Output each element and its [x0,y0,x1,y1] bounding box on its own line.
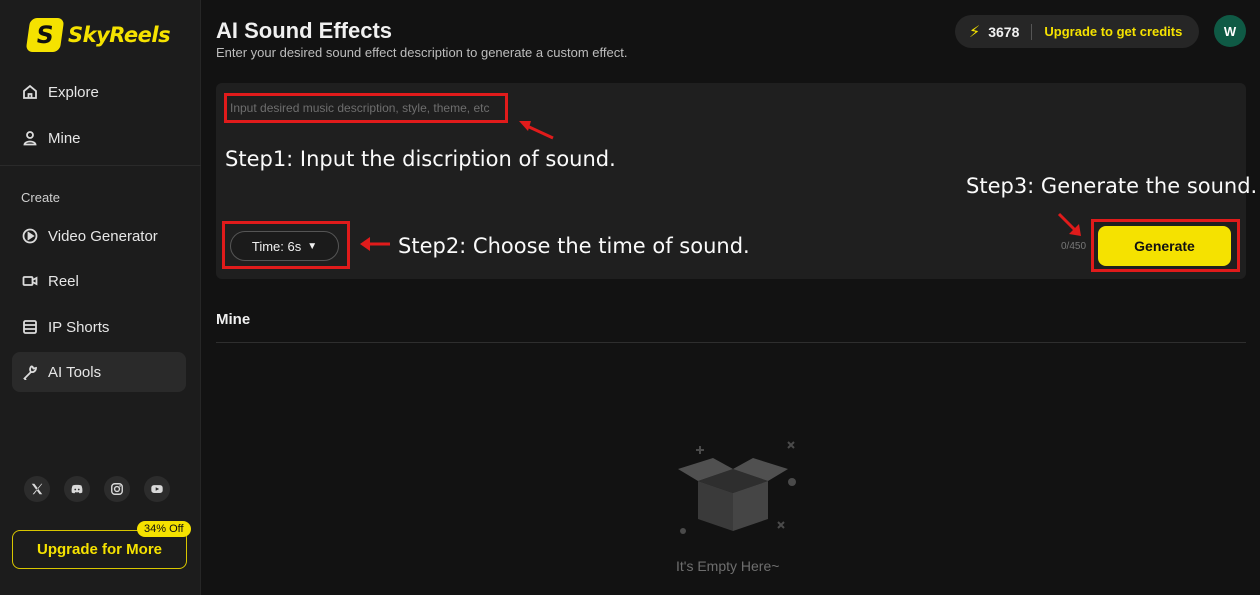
sidebar-divider [0,165,201,166]
avatar[interactable]: W [1214,15,1246,47]
user-icon [22,130,38,146]
credits-separator [1031,23,1033,40]
annotation-box-generate [1091,219,1240,272]
annotation-step1: Step1: Input the discription of sound. [225,147,616,171]
sidebar-item-mine[interactable]: Mine [12,118,186,158]
sidebar-item-ai-tools[interactable]: AI Tools [12,352,186,392]
sidebar-item-video-generator[interactable]: Video Generator [12,216,186,256]
instagram-icon[interactable] [104,476,130,502]
annotation-arrow-step1 [519,121,554,140]
brand-name: SkyReels [68,23,171,47]
logo-bolt-icon: S [25,18,65,52]
annotation-box-input [224,93,508,123]
annotation-arrow-step3 [1057,212,1081,236]
discord-icon[interactable] [64,476,90,502]
empty-box-icon [678,441,796,534]
sidebar-item-explore[interactable]: Explore [12,72,186,112]
sidebar-item-ip-shorts[interactable]: IP Shorts [12,307,186,347]
main-content: AI Sound Effects Enter your desired soun… [216,0,1246,595]
empty-state-text: It's Empty Here~ [676,558,780,574]
sidebar-item-label: IP Shorts [48,318,110,336]
sidebar-item-label: Video Generator [48,227,158,245]
sidebar-item-label: Reel [48,272,79,290]
credits-count: 3678 [988,23,1020,40]
x-icon[interactable] [24,476,50,502]
page-title: AI Sound Effects [216,18,393,43]
play-circle-icon [22,228,38,244]
sidebar: S SkyReels Explore Mine Create Video Gen… [0,0,201,595]
home-icon [22,84,38,100]
film-icon [22,319,38,335]
wrench-icon [22,364,38,380]
annotation-step2: Step2: Choose the time of sound. [398,234,750,258]
sidebar-item-reel[interactable]: Reel [12,261,186,301]
sidebar-item-label: Mine [48,129,81,147]
annotation-box-time [222,221,350,269]
sidebar-item-label: AI Tools [48,363,102,381]
mine-section-title: Mine [216,311,251,328]
annotation-arrow-step2 [360,237,390,251]
social-links [24,476,170,502]
video-camera-icon [22,273,38,289]
create-section-label: Create [21,190,61,205]
discount-badge: 34% Off [137,521,191,537]
page-subtitle: Enter your desired sound effect descript… [216,45,628,60]
credits-pill: ⚡ 3678 Upgrade to get credits [955,15,1199,48]
bolt-icon: ⚡ [969,23,981,41]
sidebar-item-label: Explore [48,83,99,101]
upgrade-credits-link[interactable]: Upgrade to get credits [1044,24,1182,39]
skyreels-logo[interactable]: S SkyReels [25,18,171,52]
char-counter: 0/450 [1061,241,1087,252]
mine-divider [216,342,1246,343]
youtube-icon[interactable] [144,476,170,502]
annotation-step3: Step3: Generate the sound. [966,174,1258,198]
